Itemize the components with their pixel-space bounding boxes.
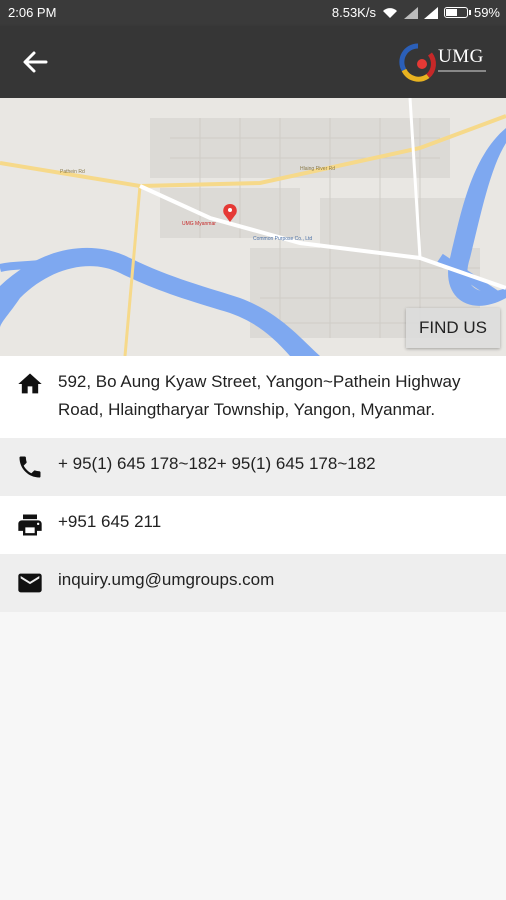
fax-text: +951 645 211 (58, 512, 162, 531)
printer-icon (18, 514, 42, 536)
find-us-button[interactable]: FIND US (406, 308, 500, 348)
status-time: 2:06 PM (8, 5, 57, 20)
home-icon (18, 373, 42, 394)
signal-icon (403, 6, 418, 19)
status-bar: 2:06 PM 8.53K/s 59% (0, 0, 506, 26)
map-view[interactable]: UMG Myanmar Common Purpose Co., Ltd Hlai… (0, 98, 506, 356)
umg-logo: UMG (398, 40, 488, 84)
phone-row[interactable]: + 95(1) 645 178~182+ 95(1) 645 178~182 (0, 438, 506, 496)
map-road-label-1: Hlaing River Rd (300, 166, 335, 172)
wifi-icon (382, 7, 397, 18)
email-text: inquiry.umg@umgroups.com (58, 570, 275, 589)
signal-icon-2 (423, 6, 438, 19)
email-row[interactable]: inquiry.umg@umgroups.com (0, 554, 506, 612)
address-text: 592, Bo Aung Kyaw Street, Yangon~Pathein… (58, 372, 461, 419)
map-pin-label: UMG Myanmar (182, 221, 216, 227)
mail-icon (18, 573, 42, 593)
map-road-label-2: Pathein Rd (60, 169, 85, 175)
back-arrow-icon[interactable] (18, 46, 54, 78)
network-speed: 8.53K/s (331, 5, 376, 20)
logo-text: UMG (438, 46, 484, 67)
map-place-label: Common Purpose Co., Ltd (253, 236, 312, 242)
battery-icon (443, 7, 471, 18)
app-bar: UMG (0, 26, 506, 98)
phone-icon (19, 456, 41, 478)
phone-text: + 95(1) 645 178~182+ 95(1) 645 178~182 (58, 454, 376, 473)
address-row: 592, Bo Aung Kyaw Street, Yangon~Pathein… (0, 356, 506, 438)
fax-row[interactable]: +951 645 211 (0, 496, 506, 554)
battery-percent: 59% (473, 5, 500, 20)
logo-tagline (438, 70, 486, 72)
